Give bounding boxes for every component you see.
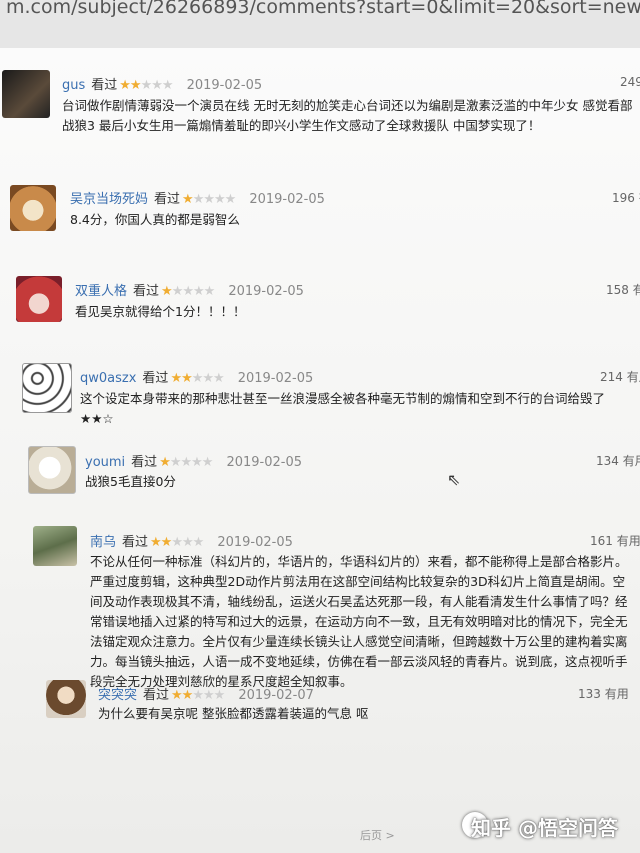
comment-status: 看过 bbox=[142, 371, 169, 386]
comment-date: 2019-02-05 bbox=[228, 284, 304, 299]
comment-votes[interactable]: 214 有用 bbox=[600, 368, 640, 385]
watermark-text: 知乎 @悟空问答 bbox=[471, 816, 618, 840]
comment-votes[interactable]: 196 有 bbox=[612, 189, 640, 206]
comment-date: 2019-02-05 bbox=[237, 371, 314, 386]
comment-votes[interactable]: 133 有用 bbox=[578, 685, 629, 702]
rating-stars: ★★★★★ bbox=[182, 192, 236, 207]
comment-meta: 吴京当场死妈 看过 ★★★★★ 2019-02-05 bbox=[70, 188, 325, 207]
comment-username[interactable]: qw0aszx bbox=[80, 371, 136, 386]
url-text: m.com/subject/26266893/comments?start=0&… bbox=[6, 0, 640, 18]
rating-stars: ★★★★★ bbox=[170, 371, 224, 386]
next-page-link[interactable]: 后页 > bbox=[360, 827, 395, 843]
mouse-cursor-icon: ⇖ bbox=[447, 470, 461, 489]
comment-username[interactable]: gus bbox=[62, 78, 85, 93]
avatar[interactable] bbox=[22, 363, 72, 413]
rating-stars: ★★★★★ bbox=[161, 284, 215, 299]
comment-text: 看见吴京就得给个1分！！！！ bbox=[75, 304, 246, 319]
comment-votes[interactable]: 134 有用 bbox=[596, 452, 640, 469]
avatar[interactable] bbox=[28, 446, 76, 494]
rating-stars: ★★★★★ bbox=[171, 688, 225, 703]
comment-username[interactable]: 南乌 bbox=[90, 535, 116, 550]
comment-date: 2019-02-05 bbox=[186, 78, 263, 93]
avatar[interactable] bbox=[16, 276, 62, 322]
comment-status: 看过 bbox=[143, 688, 170, 703]
address-bar[interactable]: m.com/subject/26266893/comments?start=0&… bbox=[0, 0, 640, 49]
avatar[interactable] bbox=[33, 526, 77, 566]
comment-meta: 双重人格 看过 ★★★★★ 2019-02-05 bbox=[75, 280, 304, 299]
comment-username[interactable]: 吴京当场死妈 bbox=[70, 192, 148, 207]
comment-votes[interactable]: 161 有用 bbox=[590, 532, 640, 549]
comment-text: 战狼5毛直接0分 bbox=[85, 474, 176, 489]
comment-status: 看过 bbox=[131, 455, 158, 470]
avatar[interactable] bbox=[10, 185, 56, 231]
avatar[interactable] bbox=[2, 70, 50, 118]
comment-status: 看过 bbox=[133, 284, 160, 299]
comment-text: 为什么要有吴京呢 整张脸都透露着装逼的气息 呕 bbox=[98, 706, 369, 721]
comment-meta: youmi 看过 ★★★★★ 2019-02-05 bbox=[85, 451, 302, 470]
avatar[interactable] bbox=[46, 680, 86, 718]
comment-date: 2019-02-05 bbox=[226, 455, 303, 470]
comment-votes[interactable]: 249 bbox=[620, 75, 640, 89]
comment-date: 2019-02-05 bbox=[217, 535, 293, 550]
comment-text: 这个设定本身带来的那种悲壮甚至一丝浪漫感全被各种毫无节制的煽情和空到不行的台词给… bbox=[80, 391, 606, 426]
comment-meta: 突突突 看过 ★★★★★ 2019-02-07 bbox=[98, 684, 314, 703]
comment-status: 看过 bbox=[154, 192, 181, 207]
comment-meta: gus 看过 ★★★★★ 2019-02-05 bbox=[62, 74, 262, 93]
comments-page: gus 看过 ★★★★★ 2019-02-05 249 台词做作剧情薄弱没一个演员在线… bbox=[0, 48, 640, 853]
comment-meta: 南乌 看过 ★★★★★ 2019-02-05 bbox=[90, 531, 293, 550]
comment-text: 台词做作剧情薄弱没一个演员在线 无时无刻的尬笑走心台词还以为编剧是激素泛滥的中年… bbox=[62, 98, 633, 133]
comment-votes[interactable]: 158 有 bbox=[606, 281, 640, 298]
comment-meta: qw0aszx 看过 ★★★★★ 2019-02-05 bbox=[80, 367, 313, 386]
comment-text: 不论从任何一种标准（科幻片的，华语片的，华语科幻片的）来看，都不能称得上是部合格… bbox=[90, 554, 628, 689]
comment-username[interactable]: 突突突 bbox=[98, 688, 137, 703]
comment-status: 看过 bbox=[122, 535, 149, 550]
comment-username[interactable]: youmi bbox=[85, 455, 125, 470]
rating-stars: ★★★★★ bbox=[119, 78, 173, 93]
comment-date: 2019-02-07 bbox=[238, 688, 314, 703]
comment-username[interactable]: 双重人格 bbox=[75, 284, 127, 299]
rating-stars: ★★★★★ bbox=[159, 455, 213, 470]
comment-date: 2019-02-05 bbox=[249, 192, 325, 207]
comment-text: 8.4分，你国人真的都是弱智么 bbox=[70, 212, 240, 227]
comment-status: 看过 bbox=[91, 78, 118, 93]
rating-stars: ★★★★★ bbox=[150, 535, 204, 550]
